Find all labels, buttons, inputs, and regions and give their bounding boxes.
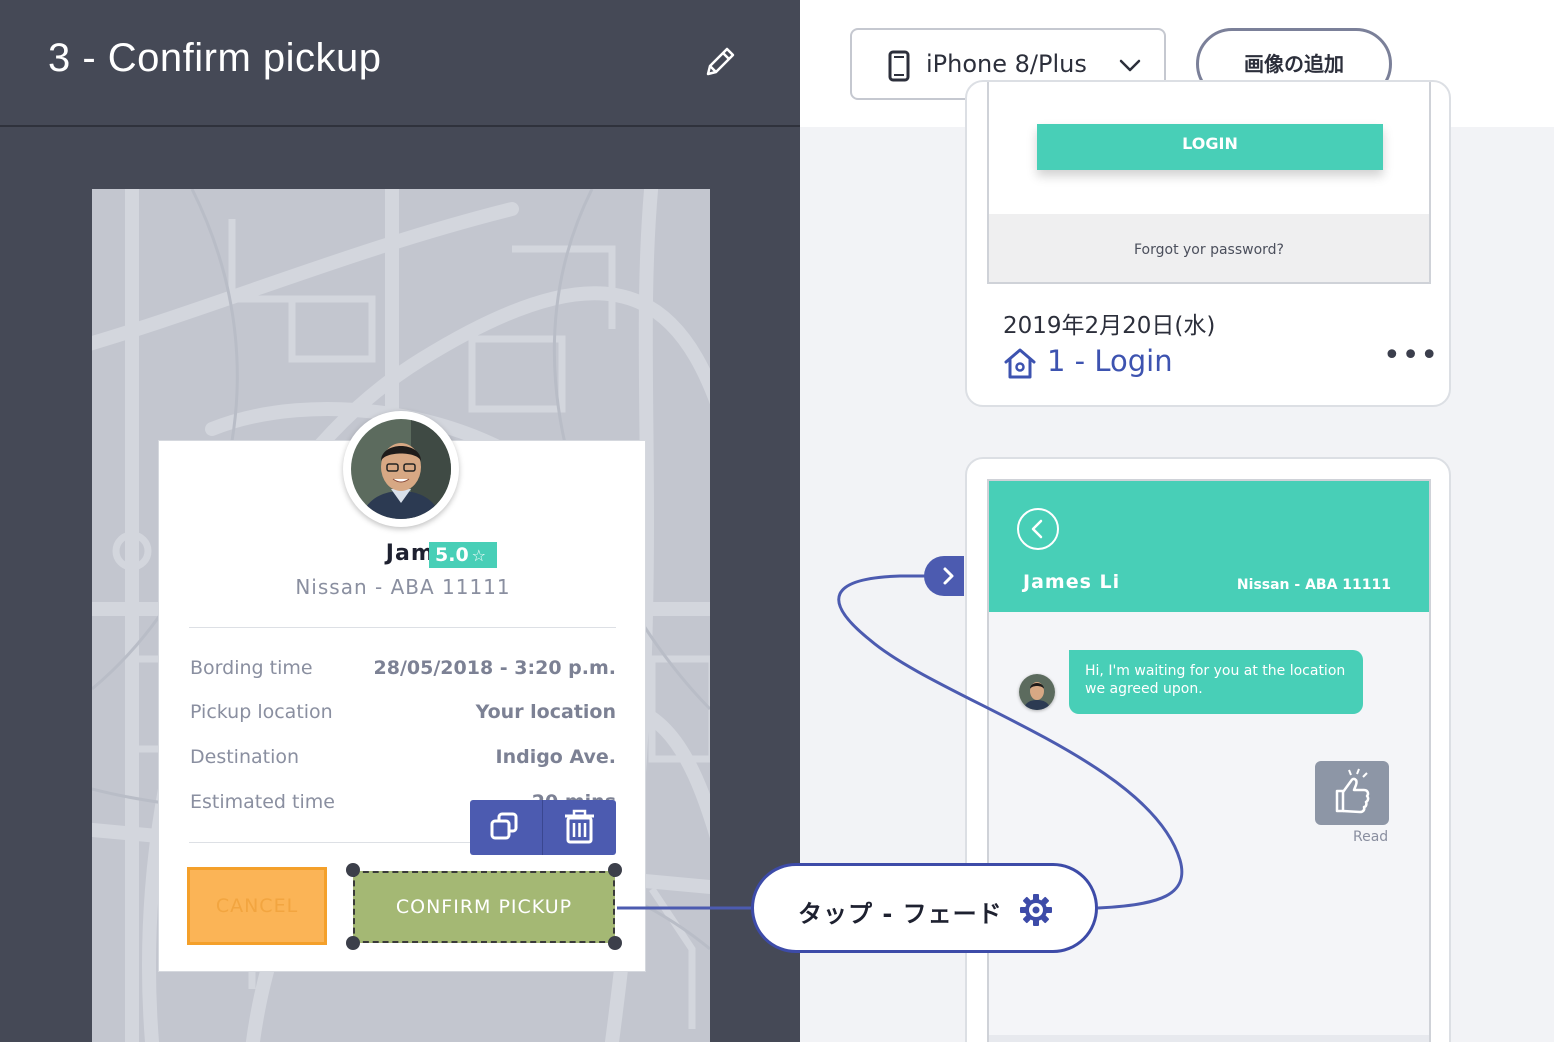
star-icon: ☆ [471,546,487,565]
detail-value: Indigo Ave. [495,746,617,768]
avatar [343,411,459,527]
login-button: LOGIN [1037,124,1383,170]
screen-date: 2019年2月20日(水) [1003,313,1216,339]
screen-card-login[interactable]: LOGIN Forgot yor password? 2019年2月20日(水)… [965,80,1451,407]
screen-card-chat[interactable]: James Li Nissan - ABA 11111 Hi, I'm wait… [965,457,1451,1042]
editor-header: 3 - Confirm pickup [0,0,800,127]
detail-row-pickup: Pickup location Your location [190,701,616,731]
detail-label: Pickup location [190,701,333,723]
forgot-password-text: Forgot yor password? [989,214,1429,282]
screen-bottom [989,1035,1429,1042]
home-icon [1004,348,1036,379]
chevron-down-icon [1119,59,1141,72]
more-options-icon[interactable]: ••• [1383,338,1439,373]
screen-thumbnail: James Li Nissan - ABA 11111 Hi, I'm wait… [987,479,1431,1042]
chevron-right-icon[interactable] [924,556,964,596]
detail-label: Bording time [190,657,313,679]
resize-handle[interactable] [608,936,622,950]
confirm-pickup-button[interactable]: CONFIRM PICKUP [353,871,615,943]
detail-value: 28/05/2018 - 3:20 p.m. [373,657,616,679]
car-info: Nissan - ABA 11111 [295,575,511,599]
rating-badge: 5.0 ☆ [429,542,497,568]
thumbs-up-icon [1315,761,1389,825]
chat-car-info: Nissan - ABA 11111 [1236,577,1391,593]
transition-setting[interactable]: タップ - フェード [751,863,1098,953]
resize-handle[interactable] [346,936,360,950]
divider [189,627,616,628]
detail-label: Estimated time [190,791,335,813]
resize-handle[interactable] [608,863,622,877]
detail-row-boarding: Bording time 28/05/2018 - 3:20 p.m. [190,657,616,687]
transition-label: タップ - フェード [798,900,1003,928]
screen-name-link[interactable]: 1 - Login [1047,344,1173,378]
rating-value: 5.0 [435,544,469,566]
screen-title: 3 - Confirm pickup [48,36,382,80]
gear-icon[interactable] [1018,892,1054,928]
chat-driver-name: James Li [1023,571,1121,593]
copy-icon[interactable] [470,800,543,855]
read-label: Read [1353,829,1389,845]
chat-header: James Li Nissan - ABA 11111 [989,481,1429,612]
element-toolbar [470,800,616,855]
screen-thumbnail: LOGIN Forgot yor password? [987,82,1431,284]
resize-handle[interactable] [346,863,360,877]
driver-photo [351,419,451,519]
chevron-left-icon [1017,508,1059,550]
detail-label: Destination [190,746,300,768]
pencil-icon[interactable] [700,42,740,82]
cancel-button[interactable]: CANCEL [187,867,327,945]
phone-icon [888,50,910,82]
chat-message: Hi, I'm waiting for you at the location … [1069,650,1363,714]
device-label: iPhone 8/Plus [926,50,1087,78]
editor-panel: 3 - Confirm pickup James 5.0 ☆ Nissan - … [0,0,800,1042]
detail-value: Your location [475,701,616,723]
trash-icon[interactable] [543,800,616,855]
detail-row-destination: Destination Indigo Ave. [190,746,616,776]
chat-avatar [1019,674,1055,710]
